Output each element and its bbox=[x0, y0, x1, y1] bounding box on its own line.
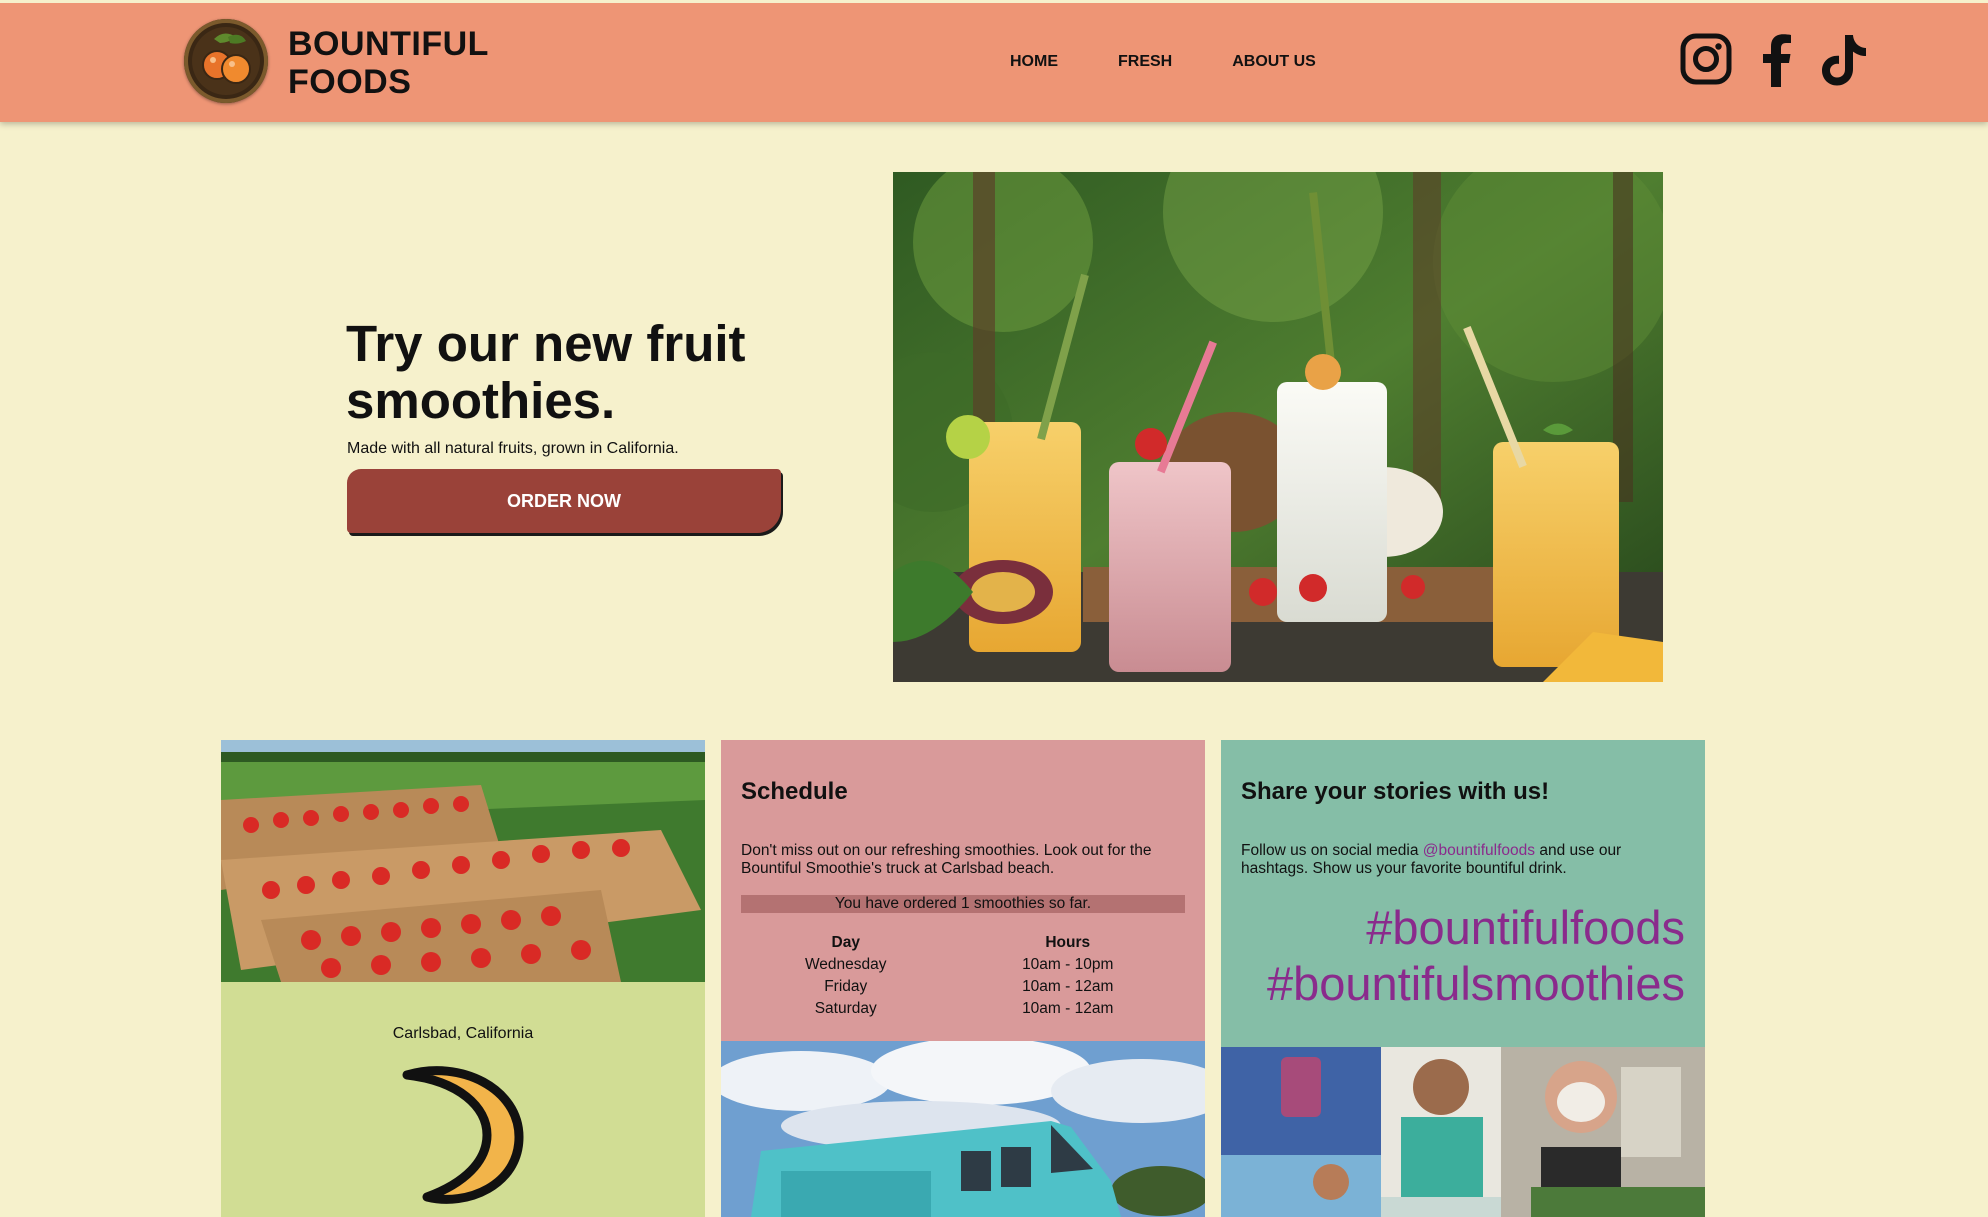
order-now-button[interactable]: ORDER NOW bbox=[347, 469, 781, 533]
share-text-before: Follow us on social media bbox=[1241, 842, 1423, 859]
brand-name[interactable]: BOUNTIFUL FOODS bbox=[288, 25, 489, 101]
food-truck-image bbox=[721, 1037, 1205, 1217]
brand-line-1: BOUNTIFUL bbox=[288, 25, 489, 63]
day-cell: Friday bbox=[824, 978, 868, 995]
column-header-day: Day bbox=[831, 934, 860, 951]
strawberry-field-image bbox=[221, 740, 705, 982]
hero-subtitle: Made with all natural fruits, grown in C… bbox=[347, 440, 679, 457]
schedule-text: Don't miss out on our refreshing smoothi… bbox=[741, 842, 1152, 877]
table-row: Wednesday 10am - 10pm bbox=[741, 954, 1185, 976]
hashtag-bountifulsmoothies: #bountifulsmoothies bbox=[1266, 957, 1685, 1010]
hours-cell: 10am - 10pm bbox=[1022, 956, 1114, 973]
instagram-icon[interactable] bbox=[1680, 33, 1732, 90]
site-header: BOUNTIFUL FOODS HOME FRESH ABOUT US bbox=[0, 0, 1988, 122]
tiktok-icon[interactable] bbox=[1820, 33, 1868, 92]
nav-home[interactable]: HOME bbox=[1010, 53, 1058, 71]
nav-about-us[interactable]: ABOUT US bbox=[1232, 53, 1316, 71]
share-card: Share your stories with us! Follow us on… bbox=[1221, 740, 1705, 1217]
day-cell: Wednesday bbox=[804, 956, 887, 973]
table-row: Saturday 10am - 12am bbox=[741, 998, 1185, 1020]
schedule-card: Schedule Don't miss out on our refreshin… bbox=[721, 740, 1205, 1217]
schedule-title: Schedule bbox=[741, 778, 848, 805]
nav-fresh[interactable]: FRESH bbox=[1118, 53, 1172, 71]
hero-title: Try our new fruit smoothies. bbox=[346, 315, 746, 429]
hashtag-bountifulfoods: #bountifulfoods bbox=[1366, 901, 1685, 954]
column-header-hours: Hours bbox=[1045, 934, 1091, 951]
table-row: Friday 10am - 12am bbox=[741, 976, 1185, 998]
share-title: Share your stories with us! bbox=[1241, 778, 1550, 805]
facebook-icon[interactable] bbox=[1760, 33, 1792, 92]
hours-cell: 10am - 12am bbox=[1022, 1000, 1114, 1017]
social-handle-link[interactable]: @bountifulfoods bbox=[1423, 842, 1535, 859]
logo-icon[interactable] bbox=[184, 19, 268, 103]
farm-card: Carlsbad, California bbox=[221, 740, 705, 1217]
smoothies-hero-image bbox=[893, 172, 1663, 682]
moon-icon bbox=[401, 1065, 527, 1210]
location-label: Carlsbad, California bbox=[392, 1025, 534, 1042]
brand-line-2: FOODS bbox=[288, 63, 412, 101]
share-text: Follow us on social media @bountifulfood… bbox=[1241, 842, 1681, 878]
customer-photo-collage bbox=[1221, 1047, 1705, 1217]
hours-cell: 10am - 12am bbox=[1022, 978, 1114, 995]
schedule-table: Day Hours Wednesday 10am - 10pm Friday 1… bbox=[741, 932, 1185, 1020]
table-header-row: Day Hours bbox=[741, 932, 1185, 954]
order-count-banner: You have ordered 1 smoothies so far. bbox=[741, 895, 1185, 913]
day-cell: Saturday bbox=[814, 1000, 877, 1017]
main-nav: HOME FRESH ABOUT US bbox=[1010, 53, 1376, 71]
